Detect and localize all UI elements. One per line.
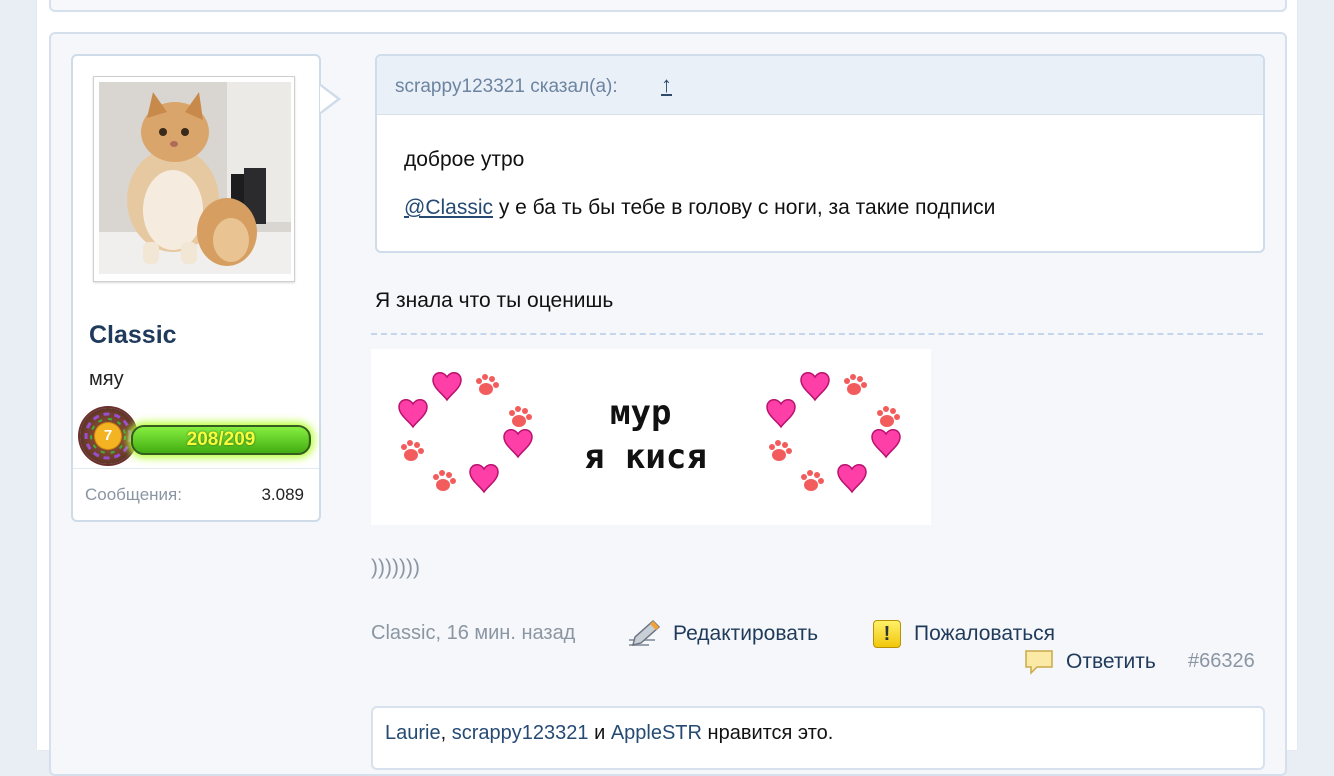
message-text: Я знала что ты оценишь	[375, 289, 614, 312]
mention-link[interactable]: @Classic	[404, 196, 493, 219]
username[interactable]: Classic	[89, 321, 177, 350]
post-author-time[interactable]: Classic, 16 мин. назад	[371, 622, 575, 645]
report-button[interactable]: Пожаловаться	[914, 622, 1055, 646]
signature-text-line-2: я кися	[584, 437, 707, 477]
user-title: мяу	[89, 368, 124, 390]
quote-header: scrappy123321 сказал(а): ↑	[377, 56, 1263, 115]
likes-separator: ,	[440, 722, 452, 744]
messages-count: 3.089	[261, 485, 304, 504]
quote-author[interactable]: scrappy123321 сказал(а):	[395, 76, 618, 98]
liker-link-2[interactable]: scrappy123321	[452, 722, 589, 744]
quote-line-2: @Classic у е ба ть бы тебе в голову с но…	[404, 196, 995, 220]
quote-jump-arrow-icon[interactable]: ↑	[661, 72, 672, 98]
signature-smile-text: )))))))	[371, 556, 420, 579]
speech-bubble-icon[interactable]	[1023, 648, 1055, 676]
stats-divider	[73, 468, 319, 469]
signature-divider	[371, 333, 1263, 335]
quote-line-1: доброе утро	[404, 148, 525, 171]
quote-block: scrappy123321 сказал(а): ↑ доброе утро @…	[375, 54, 1265, 253]
signature-text-line-1: мур	[610, 393, 672, 433]
level-number: 7	[95, 423, 121, 449]
liker-link-1[interactable]: Laurie	[385, 722, 441, 744]
messages-label: Сообщения:	[85, 485, 182, 504]
heart-ring-right	[766, 371, 901, 493]
xp-text: 208/209	[186, 429, 256, 450]
liker-link-3[interactable]: AppleSTR	[611, 722, 702, 744]
edit-button[interactable]: Редактировать	[673, 622, 818, 646]
likes-and: и	[588, 722, 611, 744]
avatar[interactable]	[99, 82, 291, 274]
quote-line-2-text: у е ба ть бы тебе в голову с ноги, за та…	[493, 196, 996, 219]
pencil-icon[interactable]	[627, 619, 661, 649]
heart-ring-left	[398, 371, 533, 493]
likes-summary: Laurie, scrappy123321 и AppleSTR нравитс…	[385, 722, 833, 745]
post-number-link[interactable]: #66326	[1188, 650, 1255, 673]
previous-post-edge	[49, 0, 1287, 12]
reply-button[interactable]: Ответить	[1066, 650, 1156, 674]
likes-suffix: нравится это.	[701, 722, 834, 744]
xp-bar: 208/209	[131, 425, 311, 455]
exclamation-icon[interactable]: !	[873, 620, 901, 648]
